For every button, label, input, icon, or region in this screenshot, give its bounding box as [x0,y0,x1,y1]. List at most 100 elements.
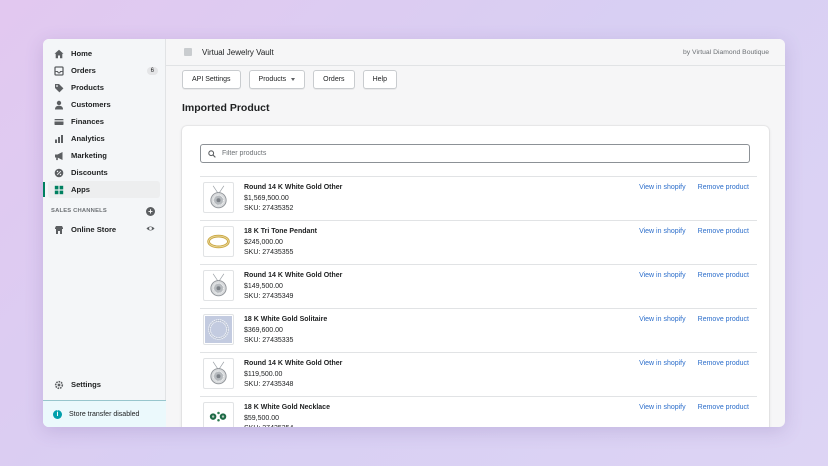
search-box[interactable] [200,144,750,163]
remove-product-link[interactable]: Remove product [698,272,749,279]
product-thumbnail [203,270,234,301]
orders-button[interactable]: Orders [313,70,355,89]
home-icon [53,48,64,59]
button-label: Orders [323,76,345,83]
sidebar: Home Orders 6 Products Customers Finances Anal… [43,39,166,427]
row-actions: View in shopify Remove product [639,360,749,367]
sidebar-item-apps[interactable]: Apps [43,181,160,198]
row-actions: View in shopify Remove product [639,316,749,323]
product-price: $1,569,500.00 [244,194,289,202]
product-row: 18 K Tri Tone Pendant $245,000.00 SKU: 274… [200,220,757,264]
sidebar-item-label: Discounts [71,168,108,177]
view-in-shopify-link[interactable]: View in shopify [639,228,686,235]
row-actions: View in shopify Remove product [639,272,749,279]
page-title: Imported Product [182,102,270,114]
button-label: Products [258,76,287,83]
app-header: Virtual Jewelry Vault by Virtual Diamond… [166,39,785,66]
help-button[interactable]: Help [362,70,397,89]
product-info: 18 K White Gold Necklace $59,500.00 SKU: 2… [244,403,330,427]
view-in-shopify-link[interactable]: View in shopify [639,272,686,279]
products-menu-button[interactable]: Products [248,70,306,89]
button-label: API Settings [192,76,231,83]
product-name: 18 K Tri Tone Pendant [244,228,317,235]
product-thumbnail [203,402,234,427]
sidebar-item-label: Products [71,83,104,92]
product-price: $119,500.00 [244,370,283,378]
store-icon [53,224,64,235]
product-price: $149,500.00 [244,282,283,290]
view-in-shopify-link[interactable]: View in shopify [639,316,686,323]
product-price: $59,500.00 [244,414,280,422]
sidebar-item-label: Orders [71,66,96,75]
eye-icon[interactable] [146,224,155,235]
product-name: 18 K White Gold Necklace [244,404,330,411]
product-info: 18 K White Gold Solitaire $369,600.00 SKU:… [244,315,327,347]
app-byline: by Virtual Diamond Boutique [682,48,769,56]
sidebar-item-orders[interactable]: Orders 6 [48,62,160,79]
sidebar-item-finances[interactable]: Finances [48,113,160,130]
app-icon [184,48,192,56]
finances-icon [53,116,64,127]
product-row: 18 K White Gold Solitaire $369,600.00 SKU:… [200,308,757,352]
product-sku: SKU: 27435354 [244,424,330,427]
sidebar-item-label: Marketing [71,151,107,160]
sidebar-item-marketing[interactable]: Marketing [48,147,160,164]
apps-icon [53,184,64,195]
sidebar-item-customers[interactable]: Customers [48,96,160,113]
product-name: Round 14 K White Gold Other [244,184,343,191]
megaphone-icon [53,150,64,161]
product-sku: SKU: 27435352 [244,205,294,212]
sidebar-item-label: Home [71,49,93,58]
gear-icon [53,379,64,390]
button-label: Help [372,76,387,83]
sidebar-item-home[interactable]: Home [48,45,160,62]
remove-product-link[interactable]: Remove product [698,404,749,411]
discount-icon [53,167,64,178]
product-row: Round 14 K White Gold Other $119,500.00 SK… [200,352,757,396]
search-icon [208,145,216,163]
sidebar-item-analytics[interactable]: Analytics [48,130,160,147]
product-info: Round 14 K White Gold Other $1,569,500.00… [244,183,342,215]
remove-product-link[interactable]: Remove product [698,184,749,191]
remove-product-link[interactable]: Remove product [698,316,749,323]
sales-channels-label: SALES CHANNELS [51,208,107,214]
sidebar-item-discounts[interactable]: Discounts [48,164,160,181]
sales-channels-header: SALES CHANNELS + [48,204,160,218]
sidebar-item-label: Analytics [71,134,105,143]
count-badge: 6 [146,66,158,75]
person-icon [53,99,64,110]
notice-text: Store transfer disabled [69,410,140,418]
api-settings-button[interactable]: API Settings [182,70,241,89]
info-icon: i [53,409,62,419]
sidebar-item-label: Settings [71,380,101,389]
sidebar-item-settings[interactable]: Settings [48,376,160,393]
product-row: Round 14 K White Gold Other $1,569,500.00… [200,176,757,220]
product-name: Round 14 K White Gold Other [244,272,343,279]
add-channel-icon[interactable]: + [146,206,155,216]
view-in-shopify-link[interactable]: View in shopify [639,184,686,191]
row-actions: View in shopify Remove product [639,228,749,235]
analytics-icon [53,133,64,144]
store-transfer-notice: i Store transfer disabled [43,400,166,427]
view-in-shopify-link[interactable]: View in shopify [639,404,686,411]
sidebar-item-label: Finances [71,117,104,126]
sidebar-item-label: Online Store [71,225,117,234]
sidebar-item-products[interactable]: Products [48,79,160,96]
product-sku: SKU: 27435348 [244,381,294,388]
sidebar-item-label: Apps [71,185,90,194]
product-info: 18 K Tri Tone Pendant $245,000.00 SKU: 274… [244,227,317,259]
product-info: Round 14 K White Gold Other $119,500.00 SK… [244,359,342,391]
product-thumbnail [203,182,234,213]
filter-products-input[interactable] [222,150,722,157]
product-thumbnail [203,314,234,345]
product-thumbnail [203,226,234,257]
toolbar: API Settings Products Orders Help [166,66,785,93]
product-price: $245,000.00 [244,238,283,246]
orders-icon [53,65,64,76]
remove-product-link[interactable]: Remove product [698,228,749,235]
view-in-shopify-link[interactable]: View in shopify [639,360,686,367]
sidebar-item-online-store[interactable]: Online Store [48,221,160,238]
remove-product-link[interactable]: Remove product [698,360,749,367]
product-sku: SKU: 27435335 [244,337,294,344]
product-card: Round 14 K White Gold Other $1,569,500.00… [182,126,769,427]
